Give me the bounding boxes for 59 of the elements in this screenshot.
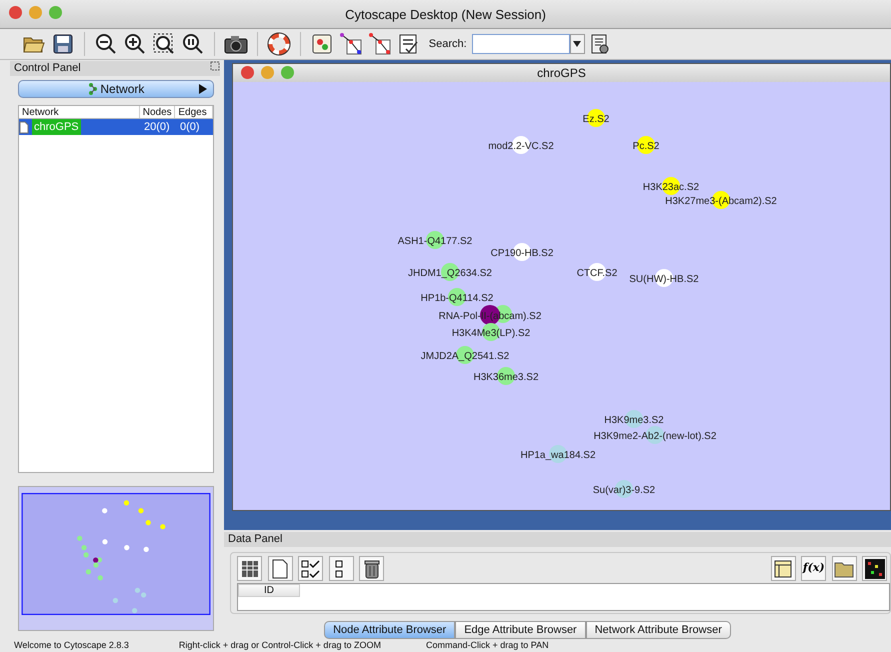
network-node[interactable]: H3K9me3.S2 [604,410,664,428]
layout-icon[interactable] [310,32,334,56]
arrow-icon [199,84,207,94]
undock-icon[interactable] [210,61,220,71]
network-select-icon[interactable] [368,32,392,56]
status-text: Welcome to Cytoscape 2.8.3 [14,639,129,651]
caret-icon[interactable] [573,41,582,47]
zoom-fit-icon[interactable] [152,32,176,56]
network-node[interactable]: HP1b-Q4114.S2 [420,288,494,306]
zoom-in-icon[interactable] [123,32,147,56]
browser-tab[interactable]: Network Attribute Browser [586,621,731,639]
window-title: Cytoscape Desktop (New Session) [345,7,546,22]
network-node[interactable]: H3K4Me3(LP).S2 [452,323,530,341]
column-header[interactable]: Nodes [140,106,176,118]
page-icon[interactable] [270,558,290,578]
column-header[interactable]: Network [19,106,140,118]
browser-tab[interactable]: Node Attribute Browser [324,621,456,639]
table-cell: chroGPS [32,119,81,135]
status-text: Right-click + drag or Control-Click + drag to ZOOM [178,639,381,651]
close-button[interactable] [9,6,22,19]
network-icon [88,82,98,96]
heatmap-icon[interactable] [864,558,885,578]
spreadsheet-icon[interactable] [773,558,794,578]
network-node[interactable]: H3K36me3.S2 [473,367,539,385]
network-node[interactable]: SU(HW)-HB.S2 [629,269,699,287]
search-field[interactable] [472,34,570,54]
network-node[interactable]: JMJD2A_Q2541.S2 [420,346,510,364]
search-options-icon[interactable] [590,33,610,55]
panel-title: Data Panel [228,533,282,545]
table-cell-text: 0(0) [179,120,200,135]
dropdown-button[interactable] [570,34,585,54]
close-button[interactable] [241,66,254,79]
table-icon[interactable] [240,558,260,578]
network-node[interactable]: CP190-HB.S2 [490,243,554,261]
network-tab[interactable]: Network [18,80,214,98]
column-header[interactable]: ID [238,584,300,597]
trash-icon[interactable] [362,558,382,578]
lifebuoy-icon[interactable] [267,32,291,56]
column-header[interactable]: Edges [175,106,213,118]
network-row[interactable]: chroGPS 20(0) 0(0) [19,119,213,135]
table-cell-text: 20(0) [143,120,171,135]
save-icon[interactable] [51,32,75,56]
network-node[interactable]: Su(var)3-9.S2 [592,480,656,498]
network-node[interactable]: HP1a_wa184.S2 [520,445,596,463]
search-label: Search: [428,36,467,52]
network-node[interactable]: CTCF.S2 [576,263,618,281]
panel-title: Control Panel [14,61,81,76]
status-text: Command-Click + drag to PAN [426,639,549,651]
browser-tab[interactable]: Edge Attribute Browser [455,621,586,639]
checkbox-icon[interactable] [300,558,320,578]
zoom-actual-icon[interactable] [181,32,205,56]
function-button[interactable]: f(x) [801,556,826,581]
network-select-icon[interactable] [339,32,363,56]
network-node[interactable]: mod2.2-VC.S2 [488,136,554,154]
network-node[interactable]: H3K9me2-Ab2-(new-lot).S2 [594,426,716,444]
window-title: chroGPS [537,66,586,80]
network-node[interactable]: JHDM1_Q2634.S2 [408,263,492,281]
zoom-out-icon[interactable] [94,32,118,56]
network-node[interactable]: ASH1-Q4177.S2 [398,231,472,249]
